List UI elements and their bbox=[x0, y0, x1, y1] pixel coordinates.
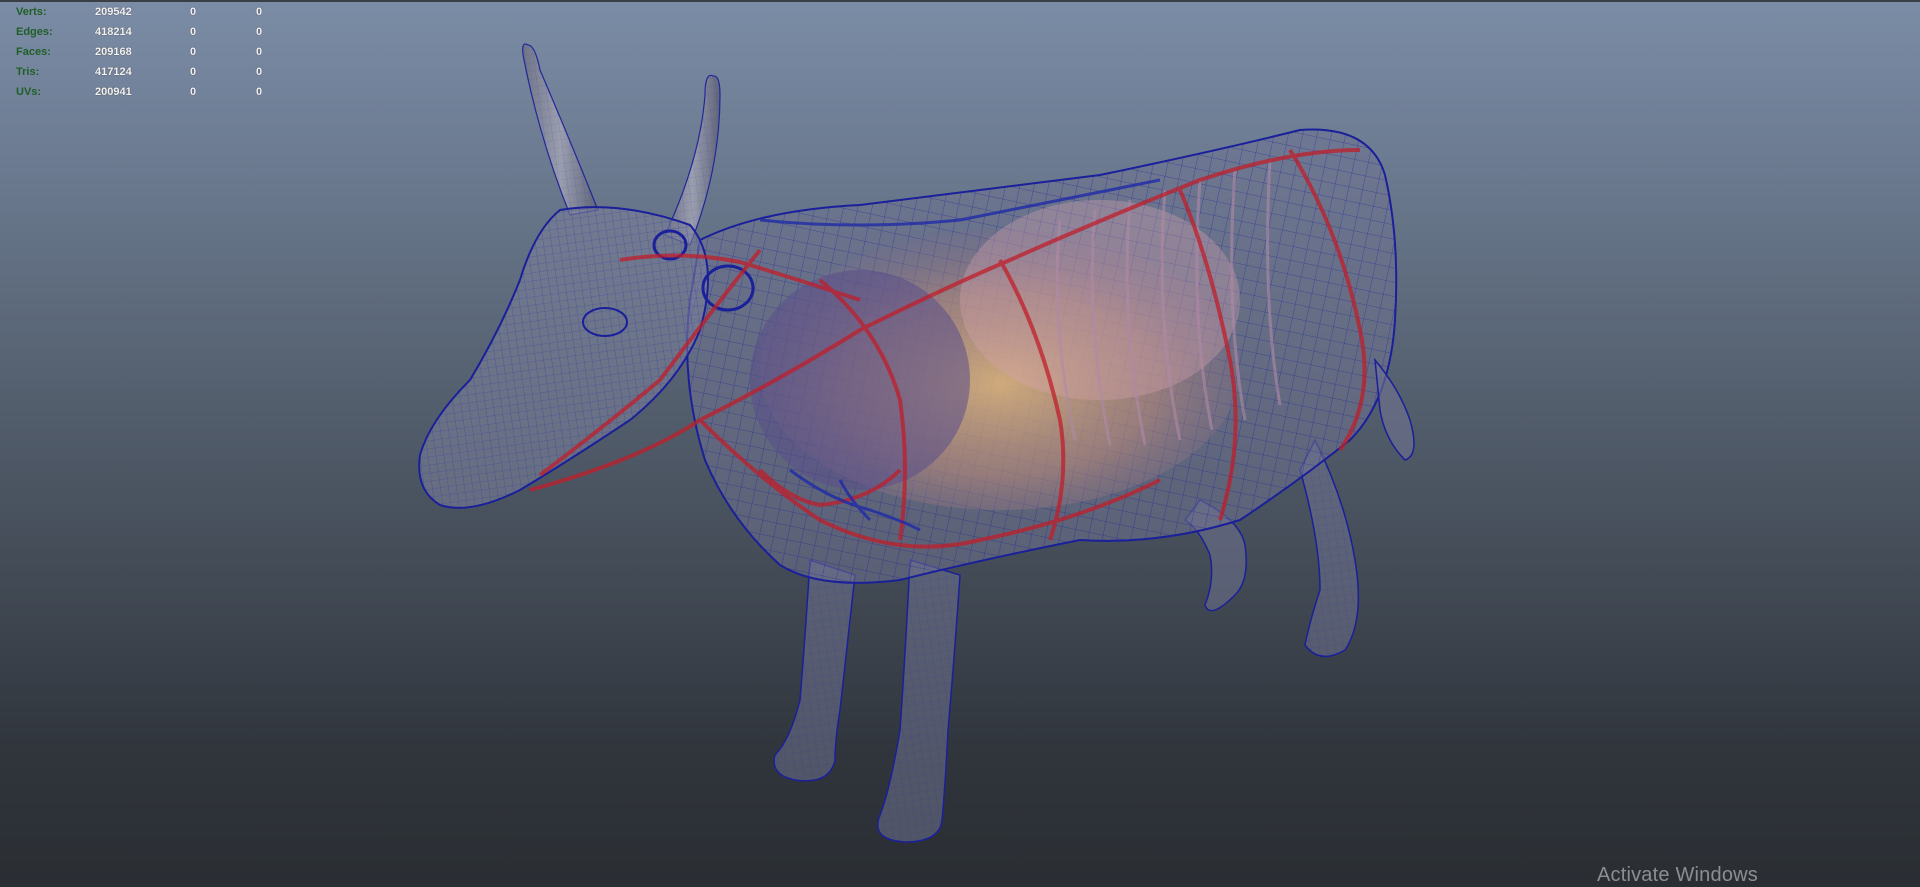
3d-viewport[interactable]: Verts: 209542 0 0 Edges: 418214 0 0 Face… bbox=[0, 0, 1920, 887]
rumen bbox=[750, 270, 970, 490]
activate-windows-watermark: Activate Windows bbox=[1596, 864, 1758, 886]
cow-anatomy-model[interactable] bbox=[0, 0, 1920, 887]
torso bbox=[686, 128, 1415, 584]
tail bbox=[1374, 357, 1415, 461]
